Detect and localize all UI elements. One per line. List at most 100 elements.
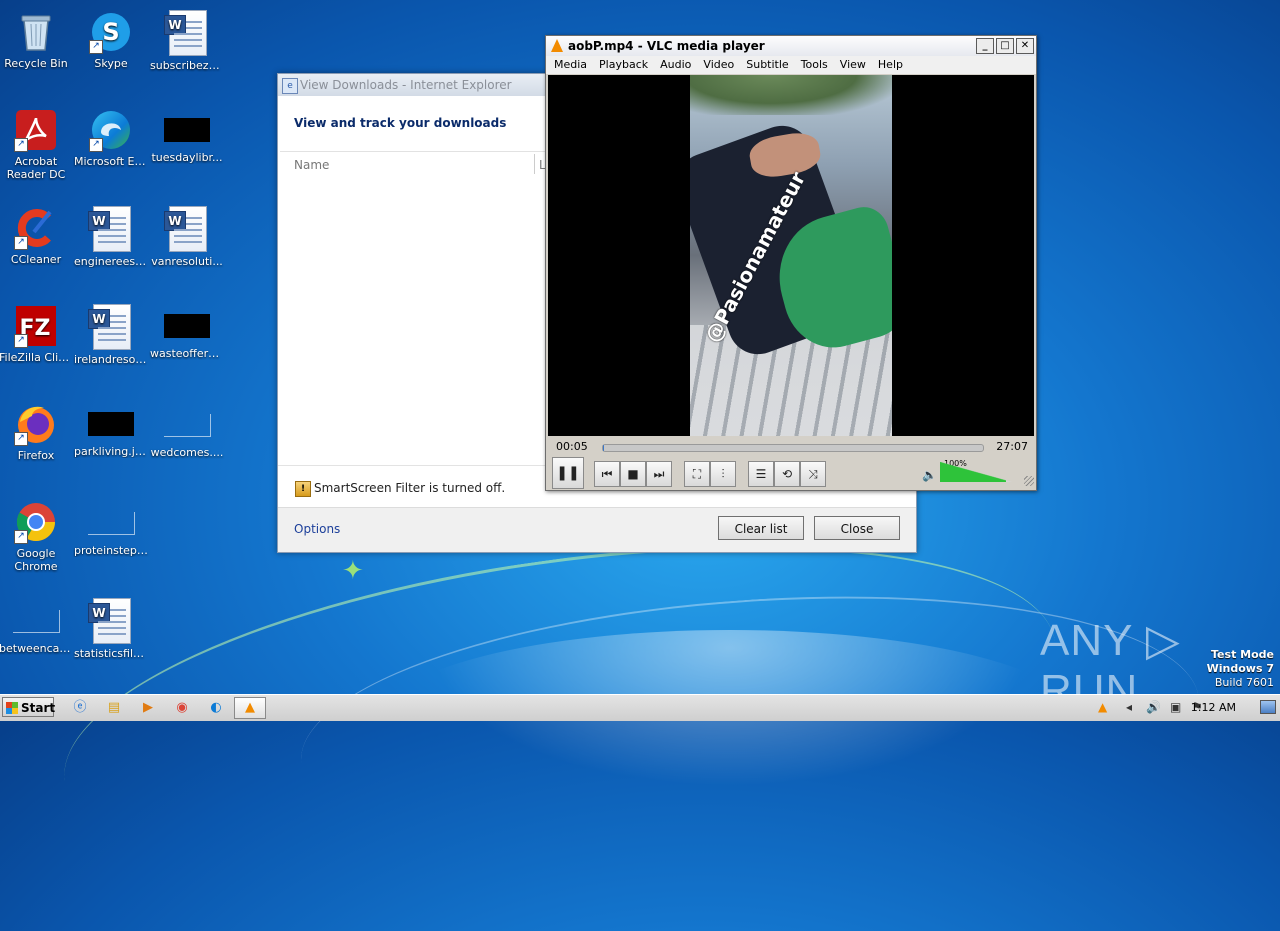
desktop-icon-firefox[interactable]: ↗ Firefox [0, 396, 74, 462]
tray-network-icon[interactable]: ▣ [1170, 700, 1181, 714]
extended-settings-button[interactable]: ⫶ [710, 461, 736, 487]
desktop-icon-recycle-bin[interactable]: Recycle Bin [0, 4, 74, 70]
desktop-icon-betweencab[interactable]: betweencab... [0, 592, 74, 655]
taskbar-chrome-icon[interactable]: ◉ [166, 697, 198, 719]
file-icon [164, 118, 210, 142]
desktop-icon-tuesdaylibr[interactable]: tuesdaylibr... [149, 102, 225, 164]
desktop-icon-wedcomes[interactable]: wedcomes.... [149, 396, 225, 459]
maximize-button[interactable]: □ [996, 38, 1014, 54]
tray-chevron-icon[interactable]: ◂ [1126, 700, 1132, 714]
taskbar-clock[interactable]: 1:12 AM [1191, 701, 1236, 714]
desktop-icon-label: Acrobat Reader DC [6, 155, 66, 181]
close-button[interactable]: Close [814, 516, 900, 540]
next-button[interactable]: ⏭ [646, 461, 672, 487]
desktop-icon-proteinstep[interactable]: proteinstep.... [73, 494, 149, 557]
desktop-icon-filezilla[interactable]: FZ ↗ FileZilla Client [0, 298, 74, 364]
pause-button[interactable]: ❚❚ [552, 457, 584, 489]
desktop-icon-statisticsfile[interactable]: W statisticsfile... [73, 592, 149, 660]
seek-bar[interactable] [602, 444, 984, 452]
desktop-icon-wasteoffers[interactable]: wasteoffers... [149, 298, 225, 360]
acrobat-icon: ↗ [14, 108, 58, 152]
shortcut-arrow-icon: ↗ [89, 138, 103, 152]
desktop-icon-acrobat[interactable]: ↗ Acrobat Reader DC [0, 102, 74, 181]
svg-text:S: S [102, 18, 119, 46]
column-divider[interactable] [534, 154, 535, 174]
desktop-icon-label: Firefox [17, 449, 55, 462]
shuffle-button[interactable]: ⤨ [800, 461, 826, 487]
desktop-icon-ccleaner[interactable]: ↗ CCleaner [0, 200, 74, 266]
stop-button[interactable]: ■ [620, 461, 646, 487]
menu-tools[interactable]: Tools [795, 56, 834, 74]
desktop-icon-label: CCleaner [10, 253, 62, 266]
menu-help[interactable]: Help [872, 56, 909, 74]
file-icon [163, 414, 211, 437]
previous-button[interactable]: ⏮ [594, 461, 620, 487]
taskbar-ie-icon[interactable]: ⓔ [64, 697, 96, 719]
desktop-icon-label: wasteoffers... [150, 347, 225, 360]
file-icon [12, 610, 60, 633]
vlc-window[interactable]: aobP.mp4 - VLC media player _ □ ✕ Media … [545, 35, 1037, 491]
edge-icon: ↗ [89, 108, 133, 152]
build-text: Build 7601 [1214, 676, 1274, 689]
desktop-icon-skype[interactable]: S ↗ Skype [73, 4, 149, 70]
start-button[interactable]: Start [2, 697, 55, 717]
menu-audio[interactable]: Audio [654, 56, 697, 74]
file-icon [164, 314, 210, 338]
windows-flag-icon [6, 702, 18, 714]
ie-window-icon: e [282, 78, 298, 94]
taskbar-edge-icon[interactable]: ◐ [200, 697, 232, 719]
taskbar-media-player-icon[interactable]: ▶ [132, 697, 164, 719]
seek-row: 00:05 27:07 [546, 437, 1036, 455]
desktop-icon-enginereesp[interactable]: W enginereesp... [73, 200, 149, 268]
taskbar-vlc-icon[interactable]: ▲ [234, 697, 266, 719]
speaker-icon[interactable]: 🔈 [922, 468, 937, 482]
desktop-icon-parkliving[interactable]: parkliving.jpg [73, 396, 149, 458]
desktop-icon-edge[interactable]: ↗ Microsoft Edge [73, 102, 149, 168]
desktop-icon-irelandresor[interactable]: W irelandresor... [73, 298, 149, 366]
tray-vlc-icon[interactable]: ▲ [1098, 700, 1107, 714]
vlc-menu-bar: Media Playback Audio Video Subtitle Tool… [546, 56, 1036, 74]
fullscreen-button[interactable]: ⛶ [684, 461, 710, 487]
desktop-icon-label: wedcomes.... [150, 446, 224, 459]
ie-window-title: View Downloads - Internet Explorer [300, 78, 512, 92]
shortcut-arrow-icon: ↗ [14, 432, 28, 446]
menu-video[interactable]: Video [697, 56, 740, 74]
close-window-button[interactable]: ✕ [1016, 38, 1034, 54]
desktop-icon-label: tuesdaylibr... [151, 151, 223, 164]
minimize-button[interactable]: _ [976, 38, 994, 54]
video-area[interactable]: @Pasionamateur [548, 75, 1034, 436]
file-icon [87, 512, 135, 535]
volume-level [940, 462, 1007, 482]
menu-view[interactable]: View [834, 56, 872, 74]
desktop-icon-label: enginereesp... [74, 255, 149, 268]
resize-grip[interactable] [1024, 476, 1034, 486]
desktop-icon-label: Microsoft Edge [74, 155, 149, 168]
total-time: 27:07 [996, 440, 1028, 453]
loop-button[interactable]: ⟲ [774, 461, 800, 487]
clear-list-button[interactable]: Clear list [718, 516, 804, 540]
show-desktop-button[interactable] [1260, 700, 1276, 714]
desktop-icon-chrome[interactable]: ↗ Google Chrome [0, 494, 74, 573]
smartscreen-text: SmartScreen Filter is turned off. [314, 481, 506, 495]
os-name-text: Windows 7 [1206, 662, 1274, 675]
word-doc-icon: W [88, 304, 131, 350]
vlc-cone-icon [551, 39, 563, 52]
system-tray: ▲ ◂ 🔊 ▣ ⚑ 1:12 AM [1090, 695, 1280, 721]
column-name-header[interactable]: Name [294, 158, 329, 172]
desktop-icon-label: statisticsfile... [74, 647, 149, 660]
desktop-icon-subscribeze[interactable]: W subscribeze... [149, 4, 225, 72]
options-link[interactable]: Options [294, 522, 340, 536]
playlist-button[interactable]: ☰ [748, 461, 774, 487]
menu-media[interactable]: Media [548, 56, 593, 74]
ie-downloads-heading: View and track your downloads [294, 116, 507, 130]
image-icon [88, 412, 134, 436]
taskbar-explorer-icon[interactable]: ▤ [98, 697, 130, 719]
menu-playback[interactable]: Playback [593, 56, 654, 74]
tray-volume-icon[interactable]: 🔊 [1146, 700, 1161, 714]
vlc-title-bar[interactable]: aobP.mp4 - VLC media player _ □ ✕ [546, 36, 1036, 56]
desktop-icon-vanresoluti[interactable]: W vanresoluti... [149, 200, 225, 268]
volume-slider[interactable] [940, 462, 1012, 482]
menu-subtitle[interactable]: Subtitle [740, 56, 794, 74]
desktop-icon-label: betweencab... [0, 642, 74, 655]
test-mode-watermark: Test Mode Windows 7 Build 7601 [1207, 648, 1274, 690]
